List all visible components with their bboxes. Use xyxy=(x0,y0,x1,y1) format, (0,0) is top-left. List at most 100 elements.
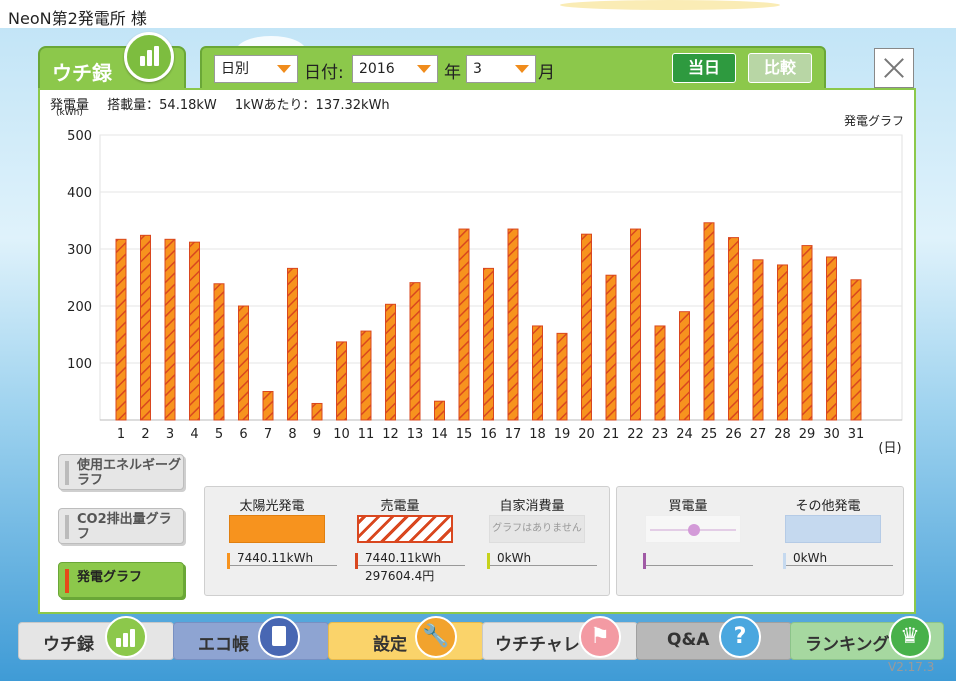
x-tick-label: 5 xyxy=(215,427,223,442)
nav-settings[interactable]: 設定 🔧 xyxy=(328,616,484,660)
view-select[interactable]: 日別 xyxy=(214,55,298,83)
bar-day-6 xyxy=(238,305,249,421)
x-tick-label: 11 xyxy=(358,427,375,442)
bar-day-23 xyxy=(654,325,666,421)
bar-day-27 xyxy=(752,259,764,421)
bar-day-22 xyxy=(630,228,641,421)
bar-day-25 xyxy=(703,222,715,421)
x-tick-label: 2 xyxy=(141,427,149,442)
bar-day-19 xyxy=(556,332,568,421)
bar-day-4 xyxy=(189,241,200,421)
today-button[interactable]: 当日 xyxy=(672,53,736,83)
legend-label: 自家消費量 xyxy=(499,499,565,514)
bar-day-5 xyxy=(213,283,225,421)
nav-uchichare[interactable]: ウチチャレ ⚑ xyxy=(482,616,638,660)
generation-bar-chart: 1002003004005001 2 3 4 5 6 7 8 9 10 11 12 13 14 15 16 17… xyxy=(67,129,903,456)
tab-uchiroku[interactable]: ウチ録 xyxy=(38,32,186,92)
compare-button[interactable]: 比較 xyxy=(748,53,812,83)
bar-day-14 xyxy=(434,400,445,421)
legend-swatch xyxy=(229,515,325,543)
bar-day-20 xyxy=(581,233,592,421)
nav-label: エコ帳 xyxy=(198,635,249,655)
nav-label: 設定 xyxy=(373,635,407,655)
nav-ecobook[interactable]: エコ帳 xyxy=(173,616,329,660)
legend-self-consumption: 自家消費量 グラフはありません 0kWh xyxy=(467,487,597,595)
year-select[interactable]: 2016 xyxy=(352,55,438,83)
legend-label: 買電量 xyxy=(668,499,708,514)
chevron-down-icon xyxy=(277,65,291,73)
x-tick-label: 31 xyxy=(848,427,865,442)
bar-day-8 xyxy=(287,267,298,421)
legend-other: その他発電 0kWh xyxy=(763,487,893,595)
toolbar: 日別 日付: 2016 年 3 月 当日 比較 xyxy=(200,46,826,92)
x-tick-label: 3 xyxy=(166,427,174,442)
energy-usage-graph-button[interactable]: 使用エネルギーグラフ xyxy=(58,454,184,490)
nav-uchiroku[interactable]: ウチ録 xyxy=(18,616,174,660)
title-bar: NeoN第2発電所 様 xyxy=(0,0,956,28)
bar-day-1 xyxy=(115,238,127,421)
legend-note: グラフはありません xyxy=(489,515,585,543)
x-tick-label: 22 xyxy=(627,427,644,442)
legend-label: その他発電 xyxy=(795,499,861,514)
nav-label: Q&A xyxy=(667,630,710,650)
x-tick-label: 13 xyxy=(407,427,424,442)
button-marker xyxy=(65,461,69,485)
x-tick-label: 24 xyxy=(676,427,693,442)
x-tick-label: 19 xyxy=(554,427,571,442)
button-marker xyxy=(65,515,69,539)
x-tick-label: 18 xyxy=(529,427,546,442)
x-tick-label: 30 xyxy=(823,427,840,442)
nav-ranking[interactable]: ランキング ♛ xyxy=(790,616,944,660)
legend-yen-value: 297604.4円 xyxy=(365,569,435,583)
legend-value: 7440.11kWh xyxy=(355,551,465,569)
button-label: 発電グラフ xyxy=(77,570,143,585)
legend-value: 7440.11kWh xyxy=(227,551,337,569)
nav-label: ウチ録 xyxy=(43,635,94,655)
bar-chart-icon xyxy=(105,616,147,658)
background-cloud xyxy=(560,0,780,10)
bar-day-31 xyxy=(850,279,862,421)
nav-label: ランキング xyxy=(805,635,890,655)
bar-day-11 xyxy=(360,330,372,421)
x-tick-label: 27 xyxy=(750,427,767,442)
month-select[interactable]: 3 xyxy=(466,55,536,83)
close-icon[interactable] xyxy=(874,48,914,88)
x-tick-label: 23 xyxy=(652,427,669,442)
graph-panel: 発電量 搭載量：54.18kW 1kWあたり：137.32kWh (kWh) 発… xyxy=(38,88,916,614)
bar-day-3 xyxy=(164,238,176,421)
flag-icon: ⚑ xyxy=(579,616,621,658)
co2-graph-button[interactable]: CO2排出量グラフ xyxy=(58,508,184,544)
month-label: 月 xyxy=(538,63,555,83)
x-tick-label: 6 xyxy=(239,427,247,442)
legend-sold: 売電量 7440.11kWh 297604.4円 xyxy=(335,487,465,595)
y-tick-label: 100 xyxy=(67,357,92,372)
x-tick-label: 28 xyxy=(774,427,791,442)
bar-day-18 xyxy=(532,325,543,421)
y-tick-label: 400 xyxy=(67,186,92,201)
button-label: 使用エネルギーグラフ xyxy=(77,458,182,488)
nav-qa[interactable]: Q&A ? xyxy=(636,616,792,660)
legend-label: 売電量 xyxy=(380,499,420,514)
legend-generation: 太陽光発電 7440.11kWh 売電量 7440.11kWh 297604.4… xyxy=(204,486,610,596)
y-tick-label: 200 xyxy=(67,300,92,315)
chevron-down-icon xyxy=(515,65,529,73)
generation-graph-button[interactable]: 発電グラフ xyxy=(58,562,184,598)
bar-day-7 xyxy=(262,391,274,421)
x-tick-label: 9 xyxy=(313,427,321,442)
legend-bought: 買電量 xyxy=(623,487,753,595)
legend-solar: 太陽光発電 7440.11kWh xyxy=(207,487,337,595)
year-label: 年 xyxy=(444,63,461,83)
x-tick-label: 21 xyxy=(603,427,620,442)
window-title: NeoN第2発電所 様 xyxy=(8,9,147,28)
x-tick-label: 4 xyxy=(190,427,198,442)
bar-day-10 xyxy=(336,341,347,421)
x-tick-label: 7 xyxy=(264,427,272,442)
legend-swatch xyxy=(645,515,741,543)
x-tick-label: 20 xyxy=(578,427,595,442)
date-label: 日付: xyxy=(304,63,344,83)
x-tick-label: 25 xyxy=(701,427,718,442)
legend-label: 太陽光発電 xyxy=(239,499,305,514)
bar-day-24 xyxy=(679,311,690,421)
legend-swatch xyxy=(357,515,453,543)
x-tick-label: 12 xyxy=(382,427,399,442)
